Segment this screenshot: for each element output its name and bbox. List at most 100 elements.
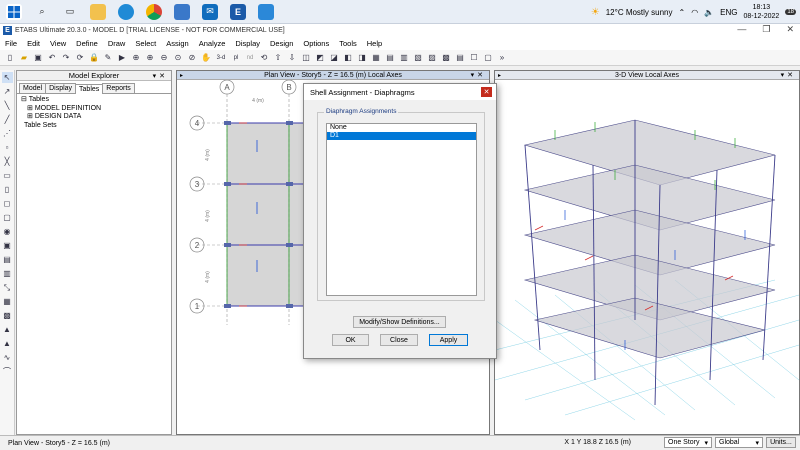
show-deformed-icon[interactable]: ◧ — [342, 52, 354, 64]
windows-start-icon[interactable] — [6, 3, 22, 20]
restore-icon[interactable]: ❐ — [762, 24, 770, 35]
draw-section-cut-icon[interactable]: ⤡ — [2, 282, 13, 293]
display-options-icon[interactable]: ◩ — [314, 52, 326, 64]
zoom-out-icon[interactable]: ⊖ — [158, 52, 170, 64]
draw-wall-icon[interactable]: ▯ — [2, 184, 13, 195]
zoom-fit-icon[interactable]: ⊙ — [172, 52, 184, 64]
view-plan-button[interactable]: pl — [230, 52, 242, 64]
tray-chevron-icon[interactable]: ⌃ — [679, 8, 686, 17]
object-shrink-icon[interactable]: ◫ — [300, 52, 312, 64]
draw-slab-icon[interactable]: ▭ — [2, 170, 13, 181]
view-close-icon[interactable]: ✕ — [477, 72, 486, 79]
section-designer-icon[interactable]: ▢ — [482, 52, 494, 64]
model-check-icon[interactable]: ☐ — [468, 52, 480, 64]
draw-line-icon[interactable]: ╲ — [2, 100, 13, 111]
menu-analyze[interactable]: Analyze — [194, 39, 231, 48]
draw-brace-icon[interactable]: ╳ — [2, 156, 13, 167]
menu-design[interactable]: Design — [265, 39, 298, 48]
tab-display[interactable]: Display — [45, 83, 77, 93]
expand-icon[interactable]: ⊞ — [27, 105, 33, 112]
pencil-icon[interactable]: ✎ — [102, 52, 114, 64]
tab-reports[interactable]: Reports — [102, 83, 135, 93]
zoom-window-icon[interactable]: ⊕ — [130, 52, 142, 64]
redo-icon[interactable]: ↷ — [60, 52, 72, 64]
photos-icon[interactable] — [258, 3, 274, 20]
rotate-3d-icon[interactable]: ⟲ — [258, 52, 270, 64]
zoom-in-icon[interactable]: ⊕ — [144, 52, 156, 64]
3d-model-drawing[interactable] — [494, 80, 800, 434]
search-icon[interactable]: ⌕ — [34, 4, 50, 20]
close-window-icon[interactable]: ✕ — [786, 24, 794, 35]
save-icon[interactable]: ▣ — [32, 52, 44, 64]
close-button[interactable]: Close — [380, 334, 418, 346]
speaker-icon[interactable]: 🔈 — [704, 8, 714, 17]
tab-tables[interactable]: Tables — [75, 84, 104, 94]
apply-button[interactable]: Apply — [429, 334, 468, 346]
view-close-icon[interactable]: ✕ — [787, 72, 796, 79]
lock-icon[interactable]: 🔒 — [88, 52, 100, 64]
pan-icon[interactable]: ✋ — [200, 52, 212, 64]
tree-item-design-data[interactable]: ⊞ DESIGN DATA — [21, 113, 167, 122]
menu-display[interactable]: Display — [230, 39, 265, 48]
toolbar-overflow-icon[interactable]: » — [496, 52, 508, 64]
chrome-browser-icon[interactable] — [146, 3, 162, 20]
language-indicator[interactable]: ENG — [720, 8, 737, 17]
modify-show-definitions-button[interactable]: Modify/Show Definitions... — [353, 316, 446, 328]
zoom-previous-icon[interactable]: ⊘ — [186, 52, 198, 64]
3d-view-window[interactable]: ▸ 3-D View Local Axes ▾✕ — [494, 70, 800, 435]
move-up-icon[interactable]: ⇧ — [272, 52, 284, 64]
units-button[interactable]: Units... — [766, 437, 796, 448]
pin-icon[interactable]: ▸ — [498, 72, 501, 79]
draw-beam-icon[interactable]: ⋰ — [2, 128, 13, 139]
list-item-d1[interactable]: D1 — [327, 132, 476, 140]
draw-wall-stack-icon[interactable]: ▲ — [2, 324, 13, 335]
refresh-icon[interactable]: ⟳ — [74, 52, 86, 64]
etabs-taskbar-icon[interactable]: E — [230, 3, 246, 20]
design-icon[interactable]: ▤ — [384, 52, 396, 64]
tree-item-table-sets[interactable]: Table Sets — [21, 122, 167, 131]
show-forces-icon[interactable]: ◨ — [356, 52, 368, 64]
diaphragm-list[interactable]: None D1 — [326, 123, 477, 296]
draw-point-icon[interactable]: ◉ — [2, 226, 13, 237]
menu-assign[interactable]: Assign — [161, 39, 194, 48]
concrete-design-icon[interactable]: ▥ — [398, 52, 410, 64]
draw-dimension-icon[interactable]: ▥ — [2, 268, 13, 279]
collapse-icon[interactable]: ⊟ — [21, 96, 27, 103]
view-elevation-button[interactable]: nd — [244, 52, 256, 64]
panel-close-icon[interactable]: ✕ — [159, 73, 168, 80]
move-down-icon[interactable]: ⇩ — [286, 52, 298, 64]
task-view-icon[interactable]: ▭ — [62, 4, 78, 20]
view-3d-button[interactable]: 3-d — [214, 52, 228, 64]
detailing-icon[interactable]: ▩ — [440, 52, 452, 64]
menu-file[interactable]: File — [0, 39, 22, 48]
story-select[interactable]: One Story ▾ — [664, 437, 712, 448]
menu-select[interactable]: Select — [130, 39, 161, 48]
edge-browser-icon[interactable] — [118, 3, 134, 20]
draw-curve-icon[interactable]: ∿ — [2, 352, 13, 363]
tree-item-model-definition[interactable]: ⊞ MODEL DEFINITION — [21, 105, 167, 114]
expand-icon[interactable]: ⊞ — [27, 113, 33, 120]
draw-rectangle-icon[interactable]: ▢ — [2, 212, 13, 223]
draw-grid-icon[interactable]: ▦ — [2, 296, 13, 307]
show-tables-icon[interactable]: ▦ — [370, 52, 382, 64]
shear-wall-design-icon[interactable]: ▨ — [426, 52, 438, 64]
menu-help[interactable]: Help — [362, 39, 387, 48]
menu-define[interactable]: Define — [71, 39, 103, 48]
list-item-none[interactable]: None — [327, 124, 476, 132]
file-explorer-icon[interactable] — [90, 3, 106, 20]
draw-design-strip-icon[interactable]: ▩ — [2, 310, 13, 321]
report-icon[interactable]: ▤ — [454, 52, 466, 64]
menu-tools[interactable]: Tools — [334, 39, 362, 48]
draw-arc-icon[interactable]: ⌒ — [2, 366, 13, 377]
reshape-icon[interactable]: ↗ — [2, 86, 13, 97]
show-undeformed-icon[interactable]: ◪ — [328, 52, 340, 64]
menu-view[interactable]: View — [45, 39, 71, 48]
tab-model[interactable]: Model — [19, 83, 47, 93]
menu-options[interactable]: Options — [298, 39, 334, 48]
draw-developed-elevation-icon[interactable]: ▲ — [2, 338, 13, 349]
ok-button[interactable]: OK — [332, 334, 369, 346]
pin-icon[interactable]: ▸ — [180, 72, 183, 79]
draw-link-icon[interactable]: ▣ — [2, 240, 13, 251]
store-icon[interactable] — [174, 3, 190, 20]
draw-column-icon[interactable]: ▫ — [2, 142, 13, 153]
